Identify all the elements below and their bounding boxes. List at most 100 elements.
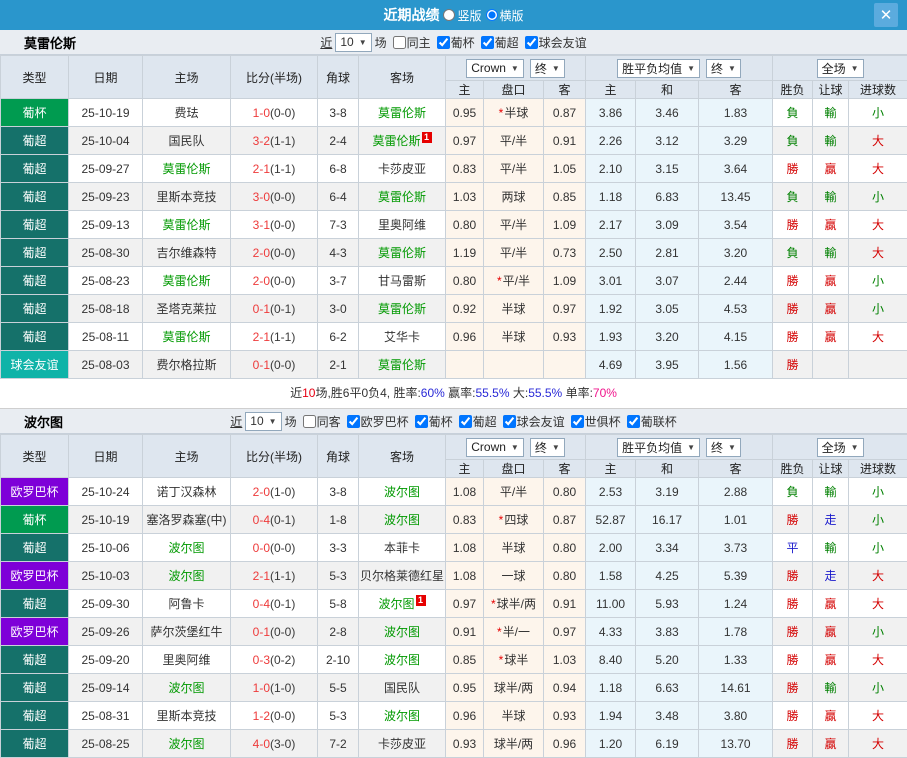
away-team-link[interactable]: 波尔图 — [359, 702, 446, 730]
away-team-link[interactable]: 卡莎皮亚 — [359, 730, 446, 758]
avg-time-select[interactable]: 终▼ — [706, 438, 741, 457]
filter-葡联杯[interactable]: 葡联杯 — [627, 413, 677, 430]
odds-away: 1.09 — [544, 267, 586, 295]
avg-time-select[interactable]: 终▼ — [706, 59, 741, 78]
filter-checkbox[interactable] — [437, 36, 450, 49]
filter-checkbox[interactable] — [627, 415, 640, 428]
home-team-link[interactable]: 波尔图 — [143, 730, 231, 758]
result-winloss: 負 — [773, 99, 813, 127]
avg-odds-select[interactable]: 胜平负均值▼ — [617, 438, 700, 457]
star-icon: * — [499, 513, 504, 527]
home-team-link[interactable]: 费尔格拉斯 — [143, 351, 231, 379]
filter-label: 葡超 — [473, 413, 497, 430]
away-team-link[interactable]: 波尔图 — [359, 618, 446, 646]
filter-葡杯[interactable]: 葡杯 — [415, 413, 453, 430]
bookmaker-select[interactable]: Crown▼ — [466, 438, 524, 457]
odds-time-select[interactable]: 终▼ — [530, 438, 565, 457]
home-team-link[interactable]: 里斯本竞技 — [143, 183, 231, 211]
filter-checkbox[interactable] — [393, 36, 406, 49]
result-handicap: 贏 — [813, 618, 849, 646]
away-team-link[interactable]: 莫雷伦斯 — [359, 239, 446, 267]
away-team-link[interactable]: 贝尔格莱德红星 — [359, 562, 446, 590]
filter-球会友谊[interactable]: 球会友谊 — [525, 34, 587, 51]
bookmaker-select[interactable]: Crown▼ — [466, 59, 524, 78]
home-team-link[interactable]: 吉尔维森特 — [143, 239, 231, 267]
away-team-link[interactable]: 卡莎皮亚 — [359, 155, 446, 183]
avg-draw: 16.17 — [636, 506, 699, 534]
filter-同主[interactable]: 同主 — [393, 34, 431, 51]
odds-time-select[interactable]: 终▼ — [530, 59, 565, 78]
home-team-link[interactable]: 圣塔克莱拉 — [143, 295, 231, 323]
layout-vertical-option[interactable]: 竖版 — [443, 7, 481, 24]
horizontal-radio[interactable] — [486, 9, 498, 21]
avg-away: 14.61 — [699, 674, 773, 702]
home-team-link[interactable]: 莫雷伦斯 — [143, 155, 231, 183]
home-team-link[interactable]: 塞洛罗森塞(中) — [143, 506, 231, 534]
filter-checkbox[interactable] — [415, 415, 428, 428]
filter-checkbox[interactable] — [481, 36, 494, 49]
filter-葡超[interactable]: 葡超 — [459, 413, 497, 430]
filter-葡超[interactable]: 葡超 — [481, 34, 519, 51]
odds-handicap: 一球 — [484, 562, 544, 590]
home-team-link[interactable]: 莫雷伦斯 — [143, 323, 231, 351]
match-count-select[interactable]: 10▼ — [245, 412, 281, 431]
away-team-link[interactable]: 本菲卡 — [359, 534, 446, 562]
filter-世俱杯[interactable]: 世俱杯 — [571, 413, 621, 430]
away-team-link[interactable]: 波尔图1 — [359, 590, 446, 618]
away-team-link[interactable]: 艾华卡 — [359, 323, 446, 351]
vertical-radio[interactable] — [443, 9, 455, 21]
home-team-link[interactable]: 波尔图 — [143, 562, 231, 590]
close-icon[interactable]: ✕ — [874, 3, 898, 27]
odds-handicap: 半球 — [484, 295, 544, 323]
home-team-link[interactable]: 费珐 — [143, 99, 231, 127]
home-team-link[interactable]: 里奥阿维 — [143, 646, 231, 674]
away-team-link[interactable]: 波尔图 — [359, 478, 446, 506]
filter-同客[interactable]: 同客 — [303, 413, 341, 430]
star-icon: * — [497, 274, 502, 288]
away-team-link[interactable]: 甘马雷斯 — [359, 267, 446, 295]
avg-home: 2.10 — [586, 155, 636, 183]
away-team-link[interactable]: 莫雷伦斯 — [359, 351, 446, 379]
filter-label: 球会友谊 — [539, 34, 587, 51]
home-team-link[interactable]: 国民队 — [143, 127, 231, 155]
away-team-link[interactable]: 国民队 — [359, 674, 446, 702]
filter-checkbox[interactable] — [459, 415, 472, 428]
result-handicap: 輸 — [813, 183, 849, 211]
filter-checkbox[interactable] — [571, 415, 584, 428]
scope-select[interactable]: 全场▼ — [817, 59, 864, 78]
col-winloss: 胜负 — [773, 81, 813, 99]
cell-date: 25-10-19 — [69, 506, 143, 534]
layout-horizontal-option[interactable]: 横版 — [486, 7, 524, 24]
home-team-link[interactable]: 诺丁汉森林 — [143, 478, 231, 506]
away-team-link[interactable]: 莫雷伦斯1 — [359, 127, 446, 155]
avg-home: 1.58 — [586, 562, 636, 590]
cell-corners: 6-8 — [318, 155, 359, 183]
away-team-link[interactable]: 里奥阿维 — [359, 211, 446, 239]
home-team-link[interactable]: 莫雷伦斯 — [143, 267, 231, 295]
home-team-link[interactable]: 波尔图 — [143, 534, 231, 562]
filter-checkbox[interactable] — [503, 415, 516, 428]
away-team-link[interactable]: 波尔图 — [359, 506, 446, 534]
home-team-link[interactable]: 莫雷伦斯 — [143, 211, 231, 239]
filter-葡杯[interactable]: 葡杯 — [437, 34, 475, 51]
away-team-link[interactable]: 莫雷伦斯 — [359, 99, 446, 127]
filter-checkbox[interactable] — [303, 415, 316, 428]
filter-球会友谊[interactable]: 球会友谊 — [503, 413, 565, 430]
away-team-link[interactable]: 莫雷伦斯 — [359, 295, 446, 323]
home-team-link[interactable]: 阿鲁卡 — [143, 590, 231, 618]
avg-home: 4.69 — [586, 351, 636, 379]
away-team-link[interactable]: 莫雷伦斯 — [359, 183, 446, 211]
filter-checkbox[interactable] — [347, 415, 360, 428]
home-team-link[interactable]: 波尔图 — [143, 674, 231, 702]
home-team-link[interactable]: 萨尔茨堡红牛 — [143, 618, 231, 646]
avg-odds-select[interactable]: 胜平负均值▼ — [617, 59, 700, 78]
filter-欧罗巴杯[interactable]: 欧罗巴杯 — [347, 413, 409, 430]
filter-checkbox[interactable] — [525, 36, 538, 49]
cell-score: 2-0(0-0) — [231, 267, 318, 295]
odds-away: 0.94 — [544, 674, 586, 702]
match-count-select[interactable]: 10▼ — [335, 33, 371, 52]
away-team-link[interactable]: 波尔图 — [359, 646, 446, 674]
home-team-link[interactable]: 里斯本竞技 — [143, 702, 231, 730]
odds-away: 1.03 — [544, 646, 586, 674]
scope-select[interactable]: 全场▼ — [817, 438, 864, 457]
